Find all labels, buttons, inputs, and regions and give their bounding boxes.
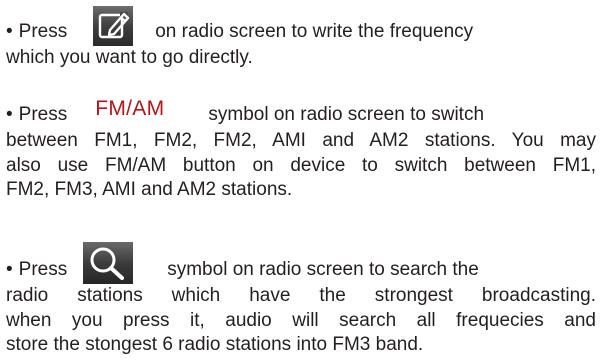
search-icon: [83, 242, 134, 284]
edit-instruction-line-1: • Press on radio screen to write the fre…: [6, 6, 596, 46]
edit-frequency-instruction: • Press on radio screen to write the fre…: [6, 6, 596, 71]
press-word: Press: [18, 20, 68, 42]
band-instruction-line-4: FM2, FM3, AMI and AM2 stations.: [6, 179, 293, 200]
edit-icon: [93, 6, 134, 46]
bullet: •: [6, 258, 13, 280]
band-instruction-line-2: between FM1, FM2, FM2, AMI and AM2 stati…: [6, 130, 596, 151]
fm-am-symbol: FM/AM: [95, 96, 165, 120]
bullet: •: [6, 103, 13, 125]
search-instruction-line-4: store the stongest 6 radio stations into…: [6, 334, 424, 355]
press-word: Press: [18, 103, 68, 125]
edit-instruction-line-2: which you want to go directly.: [6, 47, 253, 68]
bullet: •: [6, 20, 13, 42]
radio-instructions-page: • Press on radio screen to write the fre…: [0, 0, 608, 361]
search-instruction-line-1: • Press symbol on radio screen to search…: [6, 242, 596, 284]
search-instruction-line-2: radio stations which have the strongest …: [6, 285, 596, 306]
search-instruction-line-3: when you press it, audio will search all…: [6, 309, 596, 331]
band-switch-instruction: • Press FM/AM symbol on radio screen to …: [6, 97, 596, 203]
band-instruction-line-1: • Press FM/AM symbol on radio screen to …: [6, 97, 596, 129]
band-instruction-line-3: also use FM/AM button on device to switc…: [6, 154, 596, 176]
search-stations-instruction: • Press symbol on radio screen to search…: [6, 242, 596, 358]
edit-instruction-text: on radio screen to write the frequency: [155, 20, 474, 42]
press-word: Press: [18, 258, 68, 280]
band-instruction-text: symbol on radio screen to switch: [208, 103, 485, 125]
search-instruction-text: symbol on radio screen to search the: [167, 258, 479, 280]
